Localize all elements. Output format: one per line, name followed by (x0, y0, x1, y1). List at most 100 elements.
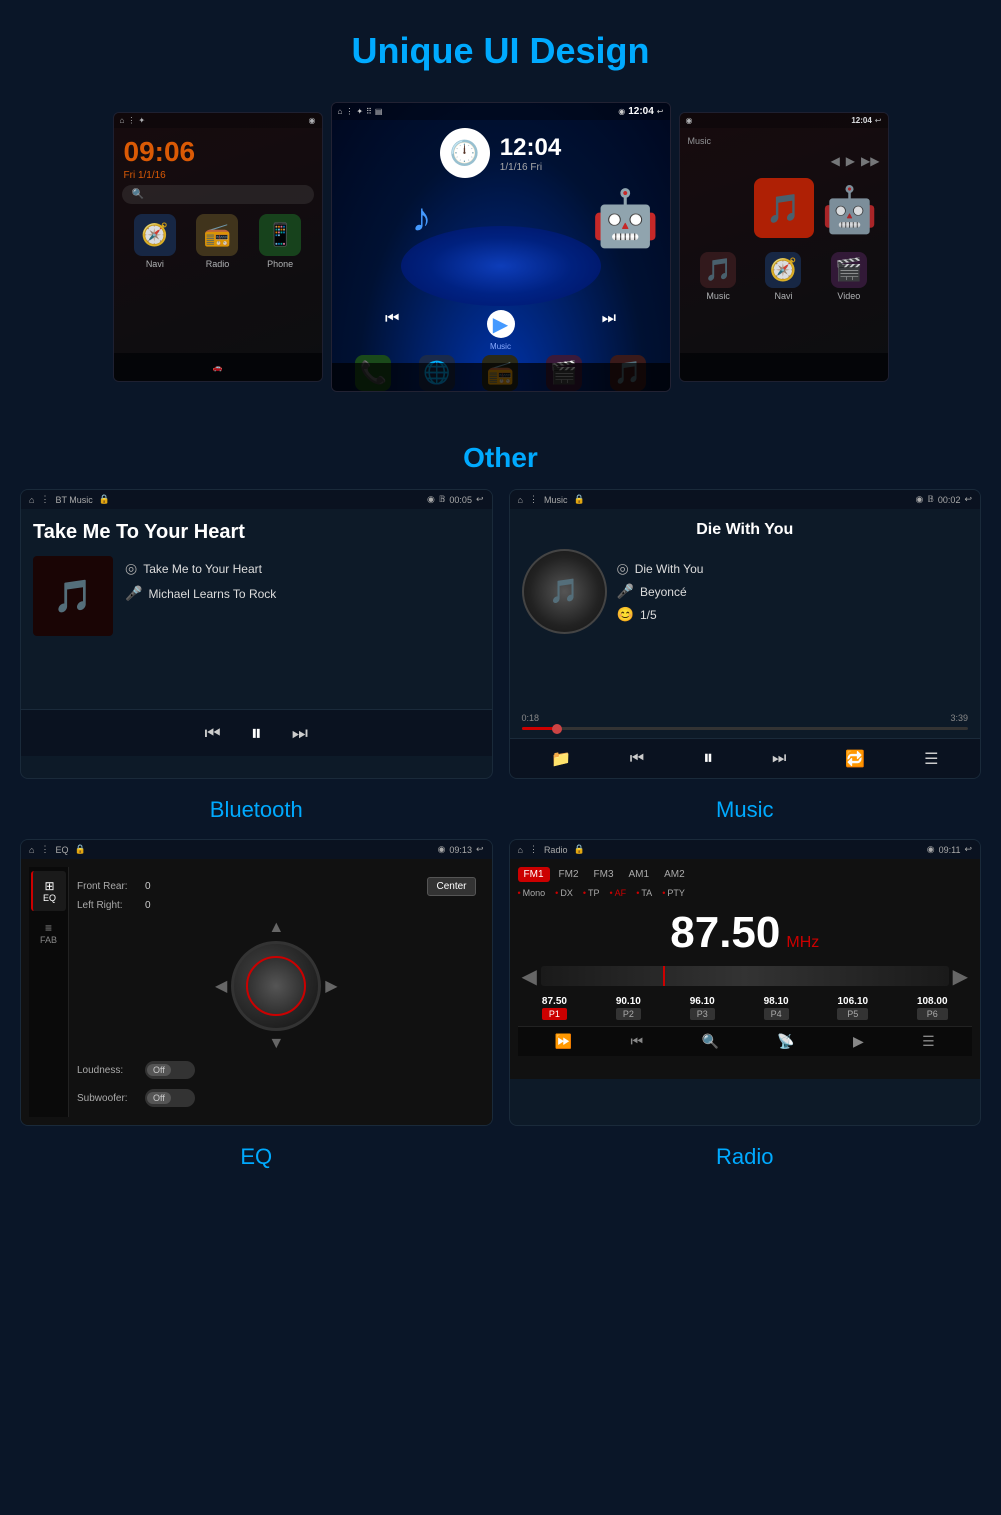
nav-app-phone-left[interactable]: 📱 Phone (259, 214, 301, 269)
nav-app-video-r[interactable]: 🎬 Video (831, 252, 867, 301)
nav-app-navi-left[interactable]: 🧭 Navi (134, 214, 176, 269)
center-clock-area: 🕛 12:04 1/1/16 Fri (332, 120, 670, 186)
labels-row-2: EQ Radio (0, 1136, 1001, 1206)
preset-2-label: P2 (616, 1008, 641, 1020)
eq-knob[interactable] (231, 941, 321, 1031)
radio-search-btn[interactable]: 🔍 (701, 1033, 718, 1050)
progress-thumb (552, 724, 562, 734)
radio-tabs: FM1 FM2 FM3 AM1 AM2 (518, 867, 973, 882)
preset-1[interactable]: 87.50 P1 (542, 996, 567, 1020)
bt-content: 🎵 ◎ Take Me to Your Heart 🎤 Michael Lear… (33, 556, 480, 636)
bt-artist-name: Michael Learns To Rock (148, 587, 276, 601)
radio-tab-am1[interactable]: AM1 (623, 867, 656, 882)
music-card: ⌂ ⋮ Music 🔒 ◉ 𝔹 00:02 ↩ Die With You 🎵 ◎… (509, 489, 982, 779)
play-icon-c[interactable]: ▶ (487, 310, 515, 338)
loudness-toggle[interactable]: Off (145, 1061, 195, 1079)
ui-screenshots-section: ⌂ ⋮ ✦ ◉ 09:06 Fri 1/1/16 🔍 🧭 Navi 📻 (0, 92, 1001, 422)
radio-tab-fm2[interactable]: FM2 (553, 867, 585, 882)
music-progress-container[interactable]: 0:18 3:39 (510, 709, 981, 738)
radio-right-btn[interactable]: ▶ (953, 964, 968, 989)
nav-app-music-r[interactable]: 🎵 Music (700, 252, 736, 301)
radio-prev-btn[interactable]: ⏮ (630, 1033, 643, 1050)
eq-label: EQ (55, 845, 68, 855)
opt-tp: TP (583, 888, 600, 898)
eq-tab-eq[interactable]: ⊞ EQ (31, 871, 66, 911)
radio-tab-fm3[interactable]: FM3 (588, 867, 620, 882)
radio-left-btn[interactable]: ◀ (522, 964, 537, 989)
menu-icon: ⋮ (127, 116, 135, 125)
opt-pty: PTY (662, 888, 685, 898)
radio-signal-btn[interactable]: 📡 (777, 1033, 794, 1050)
play-r[interactable]: ▶ (846, 154, 855, 168)
progress-fill (522, 727, 558, 730)
prev-icon-c[interactable]: ⏮ (385, 310, 399, 338)
preset-2[interactable]: 90.10 P2 (616, 996, 641, 1020)
fab-tab-label: FAB (35, 935, 62, 945)
eq-card: ⌂ ⋮ EQ 🔒 ◉ 09:13 ↩ ⊞ EQ ≡ FAB (20, 839, 493, 1126)
eq-right-arrow[interactable]: ▶ (325, 976, 337, 996)
nav-app-radio-left[interactable]: 📻 Radio (196, 214, 238, 269)
progress-current: 0:18 (522, 713, 540, 723)
android-home3: ◉ 12:04 ↩ Music ◀ ▶ ▶▶ 🎵 🤖 🎵 Music (680, 113, 888, 381)
music-prev-btn[interactable]: ⏮ (630, 750, 644, 768)
music-play-btn[interactable]: ⏸ (703, 747, 713, 770)
eq-left-arrow[interactable]: ◀ (215, 976, 227, 996)
search-bar-left[interactable]: 🔍 (122, 185, 314, 204)
disc-icon-m: ◎ (617, 560, 629, 577)
progress-track[interactable] (522, 727, 969, 730)
lock-icon-eq: 🔒 (74, 844, 85, 855)
bt-card-label: Bluetooth (20, 789, 493, 839)
left-right-val: 0 (145, 900, 151, 911)
music-playlist-btn[interactable]: ☰ (924, 749, 938, 769)
subwoofer-toggle[interactable]: Off (145, 1089, 195, 1107)
preset-3[interactable]: 96.10 P3 (690, 996, 715, 1020)
back-icon-r2: ↩ (964, 844, 972, 855)
apps-icon-c: ⠿ (366, 107, 372, 116)
radio-tab-fm1[interactable]: FM1 (518, 867, 550, 882)
loudness-val: Off (147, 1064, 171, 1076)
eq-up-arrow[interactable]: ▲ (268, 919, 284, 937)
opt-mono: Mono (518, 888, 546, 898)
music-next-btn[interactable]: ⏭ (772, 750, 786, 768)
center-time-text: 12:04 1/1/16 Fri (500, 134, 561, 173)
music-repeat-btn[interactable]: 🔁 (845, 749, 865, 769)
preset-4-label: P4 (764, 1008, 789, 1020)
radio-tab-am2[interactable]: AM2 (658, 867, 691, 882)
radio-freq-display: 87.50 MHz (518, 904, 973, 962)
radio-icon-left: 📻 (196, 214, 238, 256)
eq-tab-fab[interactable]: ≡ FAB (31, 913, 66, 953)
bt-play-btn[interactable]: ⏸ (251, 720, 262, 746)
radio-menu-btn[interactable]: ☰ (922, 1033, 935, 1050)
next-r[interactable]: ▶▶ (861, 154, 879, 168)
music-card-body: Die With You 🎵 ◎ Die With You 🎤 Beyoncé … (510, 509, 981, 709)
eq-knob-group: ▲ ▼ (231, 919, 321, 1053)
radio-needle (663, 966, 665, 986)
radio-play-btn[interactable]: ▶ (853, 1033, 864, 1050)
music-folder-btn[interactable]: 📁 (551, 749, 571, 769)
prev-r[interactable]: ◀ (831, 154, 840, 168)
bluetooth-icon-m: 𝔹 (927, 494, 934, 505)
preset-6[interactable]: 108.00 P6 (917, 996, 948, 1020)
eq-down-arrow[interactable]: ▼ (268, 1035, 284, 1053)
nav-app-navi-r[interactable]: 🧭 Navi (765, 252, 801, 301)
preset-5[interactable]: 106.10 P5 (837, 996, 868, 1020)
center-button[interactable]: Center (427, 877, 475, 896)
back-icon-eq: ↩ (476, 844, 484, 855)
bt-next-btn[interactable]: ⏭ (292, 723, 308, 744)
earth-area: 🤖 ♪ (332, 186, 670, 306)
radio-scale[interactable] (541, 966, 949, 986)
radio-ff-btn[interactable]: ⏩ (555, 1033, 572, 1050)
music-artist-row: 🎤 Beyoncé (617, 580, 969, 603)
android-home2: ⌂ ⋮ ✦ ⠿ ▤ ◉ 12:04 ↩ 🕛 12:04 1/1/16 Fri (332, 103, 670, 391)
next-icon-c[interactable]: ⏭ (602, 310, 616, 338)
navi-icon-left: 🧭 (134, 214, 176, 256)
bt-prev-btn[interactable]: ⏮ (205, 723, 221, 744)
bt-song-title: Take Me To Your Heart (33, 521, 480, 544)
bt-card-body: Take Me To Your Heart 🎵 ◎ Take Me to You… (21, 509, 492, 709)
opt-af: AF (610, 888, 627, 898)
home-icon: ⌂ (120, 116, 125, 125)
preset-6-label: P6 (917, 1008, 948, 1020)
bt-label: BT Music (55, 495, 92, 505)
eq-knob-area: ◀ ▲ ▼ ▶ (77, 919, 476, 1053)
preset-4[interactable]: 98.10 P4 (764, 996, 789, 1020)
